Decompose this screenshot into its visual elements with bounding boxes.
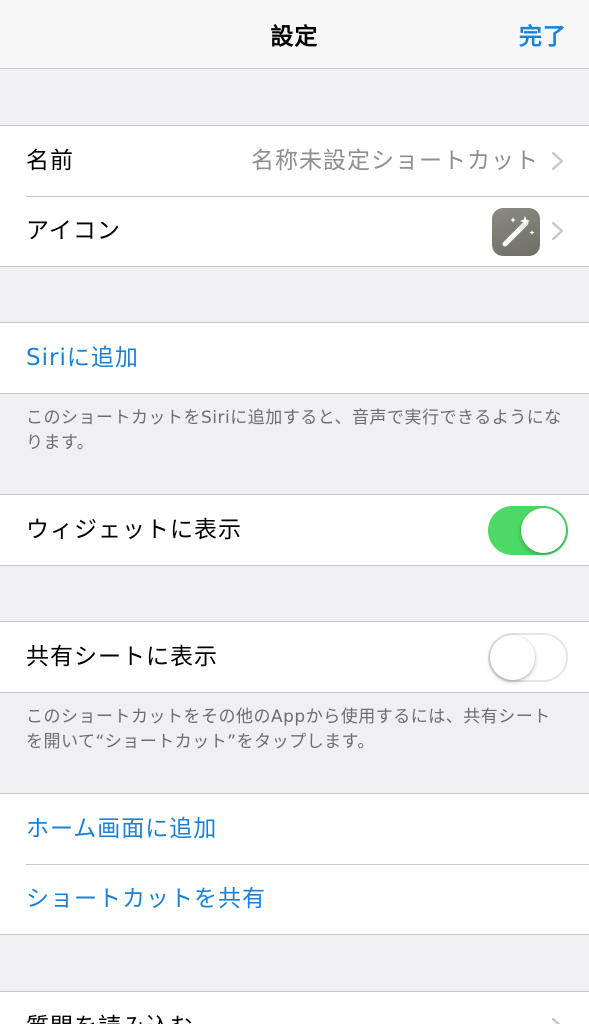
icon-label: アイコン: [26, 218, 121, 244]
share-sheet-group: 共有シートに表示: [0, 621, 589, 693]
page-title: 設定: [270, 24, 319, 50]
share-shortcut-row[interactable]: ショートカットを共有: [0, 864, 589, 934]
add-to-siri-row[interactable]: Siriに追加: [0, 323, 589, 393]
navigation-bar: 設定 完了: [0, 0, 589, 69]
siri-group: Siriに追加: [0, 322, 589, 394]
toggle-knob: [521, 508, 566, 553]
import-group: 質問を読み込む: [0, 991, 589, 1024]
done-button[interactable]: 完了: [519, 17, 567, 51]
import-questions-row[interactable]: 質問を読み込む: [0, 992, 589, 1024]
show-in-share-sheet-label: 共有シートに表示: [26, 644, 218, 670]
chevron-right-icon: [551, 221, 564, 241]
chevron-right-icon: [551, 151, 564, 171]
show-in-widget-label: ウィジェットに表示: [26, 517, 242, 543]
actions-group: ホーム画面に追加 ショートカットを共有: [0, 793, 589, 935]
import-questions-label: 質問を読み込む: [26, 992, 194, 1024]
add-to-home-screen-button[interactable]: ホーム画面に追加: [26, 794, 217, 864]
name-row[interactable]: 名前 名称未設定ショートカット: [0, 126, 589, 196]
share-sheet-footnote: このショートカットをその他のAppから使用するには、共有シートを開いて“ショート…: [26, 707, 551, 752]
magic-wand-icon: [502, 216, 535, 247]
show-in-widget-row: ウィジェットに表示: [0, 495, 589, 565]
name-label: 名前: [26, 148, 74, 174]
chevron-right-icon: [551, 1017, 561, 1024]
siri-footnote: このショートカットをSiriに追加すると、音声で実行できるようになります。: [26, 408, 562, 453]
add-to-siri-button[interactable]: Siriに追加: [26, 323, 139, 393]
add-to-home-row[interactable]: ホーム画面に追加: [0, 794, 589, 864]
widget-group: ウィジェットに表示: [0, 494, 589, 566]
show-in-widget-toggle[interactable]: [488, 506, 568, 555]
show-in-share-sheet-toggle[interactable]: [488, 633, 568, 682]
shortcut-app-icon: [492, 208, 540, 256]
general-group: 名前 名称未設定ショートカット アイコン: [0, 125, 589, 267]
icon-row[interactable]: アイコン: [0, 196, 589, 266]
share-shortcut-button[interactable]: ショートカットを共有: [26, 864, 266, 934]
name-value: 名称未設定ショートカット: [251, 148, 539, 174]
show-in-share-sheet-row: 共有シートに表示: [0, 622, 589, 692]
toggle-knob: [490, 635, 535, 680]
